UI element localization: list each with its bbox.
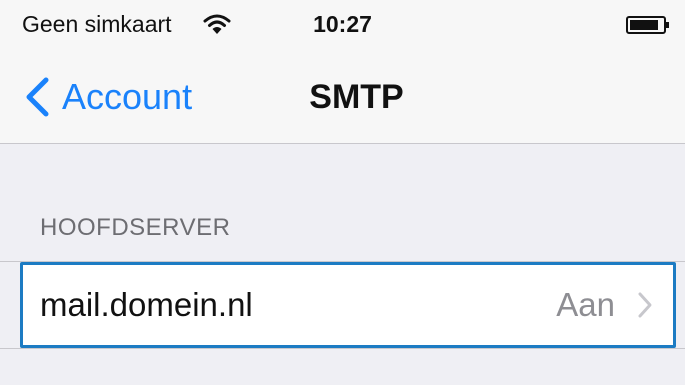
battery-icon [626, 16, 669, 34]
status-bar: Geen simkaart 10:27 [0, 0, 685, 54]
row-divider-bottom [0, 348, 685, 349]
server-status: Aan [556, 286, 615, 323]
chevron-right-icon [638, 292, 652, 318]
page-title: SMTP [309, 78, 404, 116]
navigation-bar: Account SMTP [0, 54, 685, 142]
top-bar: Geen simkaart 10:27 Account SMTP [0, 0, 685, 144]
section-header-hoofdserver: HOOFDSERVER [40, 214, 231, 241]
status-time: 10:27 [313, 11, 372, 37]
server-name: mail.domein.nl [40, 286, 253, 323]
primary-server-row[interactable]: mail.domein.nl Aan [20, 262, 676, 348]
